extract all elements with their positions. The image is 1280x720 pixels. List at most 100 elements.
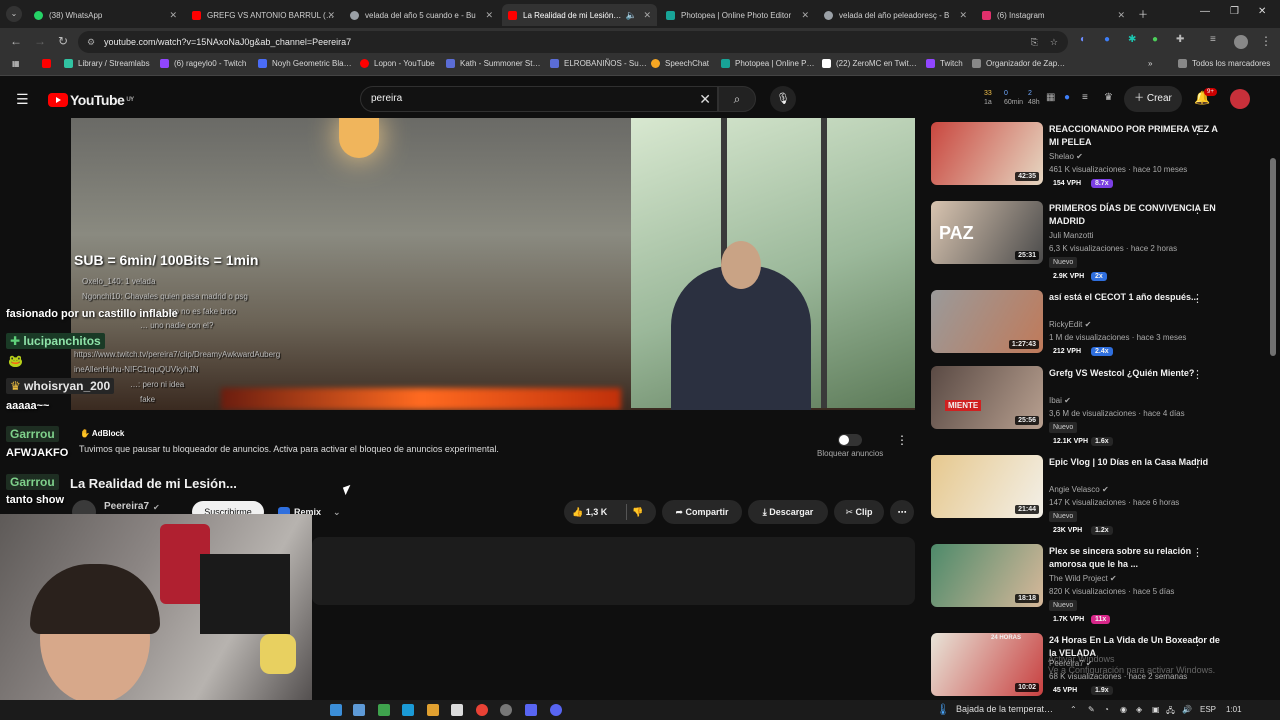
tab-whatsapp[interactable]: (38) WhatsApp ✕ xyxy=(28,4,183,26)
all-bookmarks[interactable]: Todos los marcadores xyxy=(1178,59,1270,68)
bookmark-item[interactable]: Twitch xyxy=(926,59,963,68)
bookmark-item[interactable]: ELROBANIÑOS - Su… xyxy=(550,59,647,68)
bookmark-item[interactable] xyxy=(42,59,56,68)
more-options-icon[interactable]: ⋮ xyxy=(1192,635,1203,648)
video-thumbnail[interactable]: PAZ 25:31 xyxy=(931,201,1043,264)
bookmark-item[interactable]: Kath - Summoner St… xyxy=(446,59,540,68)
voice-search-button[interactable]: 🎙 xyxy=(770,86,796,112)
share-button[interactable]: ➦ Compartir xyxy=(662,500,742,524)
bookmark-star-icon[interactable]: ☆ xyxy=(1050,31,1058,53)
app-icon[interactable] xyxy=(378,704,390,716)
chrome-icon[interactable] xyxy=(476,704,488,716)
tray-icon[interactable]: ◈ xyxy=(1136,705,1142,714)
recommended-video[interactable]: 1:27:43 así está el CECOT 1 año después.… xyxy=(931,286,1267,366)
close-icon[interactable]: ✕ xyxy=(959,10,967,21)
scrollbar-thumb[interactable] xyxy=(1270,158,1276,356)
tab-groups-icon[interactable]: ≡ xyxy=(1210,34,1216,45)
channel-name[interactable]: The Wild Project ✔ xyxy=(1049,574,1117,583)
site-info-icon[interactable]: ⚙ xyxy=(87,31,95,53)
channel-name[interactable]: Ibai ✔ xyxy=(1049,396,1071,405)
extension-icon[interactable]: ✱ xyxy=(1128,34,1136,45)
description-box[interactable] xyxy=(312,537,915,605)
more-options-icon[interactable]: ⋮ xyxy=(896,433,908,447)
app-icon[interactable] xyxy=(525,704,537,716)
tab-current-video[interactable]: La Realidad de mi Lesión… 🔈 ✕ xyxy=(502,4,657,26)
adblock-toggle[interactable] xyxy=(838,434,862,446)
reload-icon[interactable]: ↻ xyxy=(58,34,68,48)
bookmark-item[interactable]: Photopea | Online P… xyxy=(721,59,814,68)
extension-icon[interactable]: ● xyxy=(1064,92,1070,103)
create-button[interactable]: ＋ Crear xyxy=(1124,86,1182,112)
close-icon[interactable]: ✕ xyxy=(327,10,335,21)
bookmark-item[interactable]: SpeechChat xyxy=(651,59,709,68)
install-icon[interactable]: ⎘ xyxy=(1031,31,1038,53)
trophy-icon[interactable]: ♛ xyxy=(1104,92,1113,103)
obs-icon[interactable] xyxy=(500,704,512,716)
download-button[interactable]: ⤓ Descargar xyxy=(748,500,828,524)
recommended-video[interactable]: PAZ 25:31 PRIMEROS DÍAS DE CONVIVENCIA EN… xyxy=(931,197,1267,281)
list-icon[interactable]: ≡ xyxy=(1082,92,1088,103)
file-explorer-icon[interactable] xyxy=(353,704,365,716)
extension-icon[interactable]: ● xyxy=(1152,34,1158,45)
like-count[interactable]: 1,3 K xyxy=(586,507,608,517)
bookmark-item[interactable]: Noyh Geometric Bla… xyxy=(258,59,352,68)
forward-icon[interactable]: → xyxy=(34,34,46,48)
hamburger-menu-icon[interactable]: ☰ xyxy=(16,91,29,108)
tray-icon[interactable]: ▣ xyxy=(1152,705,1160,714)
restore-button[interactable]: ❐ xyxy=(1230,6,1239,17)
grid-icon[interactable]: ▦ xyxy=(1046,92,1055,103)
tab-grefg-video[interactable]: GREFG VS ANTONIO BARRUL (… ✕ xyxy=(186,4,341,26)
search-button[interactable]: ⌕ xyxy=(718,86,756,112)
channel-name[interactable]: Juli Manzotti xyxy=(1049,231,1093,240)
bookmark-item[interactable]: Library / Streamlabs xyxy=(64,59,150,68)
back-icon[interactable]: ← xyxy=(10,34,22,48)
tray-icon[interactable]: ✎ xyxy=(1088,705,1095,714)
recommended-video[interactable]: 21:44 Epic Vlog | 10 Días en la Casa Mad… xyxy=(931,451,1267,535)
menu-icon[interactable]: ⋮ xyxy=(1260,34,1272,48)
more-options-icon[interactable]: ⋮ xyxy=(1192,203,1203,216)
close-icon[interactable]: ✕ xyxy=(169,10,177,21)
bookmark-item[interactable]: (6) rageylo0 - Twitch xyxy=(160,59,246,68)
network-icon[interactable]: 🖧 xyxy=(1166,705,1175,719)
channel-name[interactable]: RickyEdit ✔ xyxy=(1049,320,1091,329)
speaker-icon[interactable]: 🔈 xyxy=(626,10,637,21)
like-icon[interactable]: 👍 xyxy=(572,507,583,517)
tab-search-button[interactable]: ⌄ xyxy=(6,6,22,22)
video-thumbnail[interactable]: 24 HORAS 10:02 xyxy=(931,633,1043,696)
channel-name[interactable]: Angie Velasco ✔ xyxy=(1049,485,1109,494)
close-icon[interactable]: ✕ xyxy=(1117,10,1125,21)
weather-text[interactable]: Bajada de la temperat… xyxy=(956,704,1053,714)
close-icon[interactable]: ✕ xyxy=(801,10,809,21)
youtube-logo[interactable]: YouTube UY xyxy=(48,92,134,108)
clear-search-icon[interactable]: ✕ xyxy=(699,87,711,111)
minimize-button[interactable]: — xyxy=(1200,6,1210,17)
video-thumbnail[interactable]: 18:18 xyxy=(931,544,1043,607)
tab-search-velada[interactable]: velada del año 5 cuando e - Bu ✕ xyxy=(344,4,499,26)
video-thumbnail[interactable]: 1:27:43 xyxy=(931,290,1043,353)
close-icon[interactable]: ✕ xyxy=(485,10,493,21)
extensions-puzzle-icon[interactable]: ✚ xyxy=(1176,34,1184,45)
steam-icon[interactable] xyxy=(402,704,414,716)
extension-icon[interactable]: ◐ xyxy=(1080,34,1086,45)
recommended-video[interactable]: 18:18 Plex se sincera sobre su relación … xyxy=(931,540,1267,624)
tab-instagram[interactable]: (6) Instagram ✕ xyxy=(976,4,1131,26)
close-icon[interactable]: ✕ xyxy=(643,10,651,21)
close-window-button[interactable]: ✕ xyxy=(1258,6,1266,17)
discord-icon[interactable] xyxy=(550,704,562,716)
more-options-icon[interactable]: ⋮ xyxy=(1192,546,1203,559)
channel-name[interactable]: Peereira7 xyxy=(104,501,149,512)
app-icon[interactable] xyxy=(427,704,439,716)
recommended-video[interactable]: 42:35 REACCIONANDO POR PRIMERA VEZ A MI … xyxy=(931,118,1267,198)
recommended-video[interactable]: MIENTE 25:56 Grefg VS Westcol ¿Quién Mien… xyxy=(931,362,1267,446)
clip-button[interactable]: ✂ Clip xyxy=(834,500,884,524)
tab-search-peleadores[interactable]: velada del año peleadoresç - B ✕ xyxy=(818,4,973,26)
account-avatar[interactable] xyxy=(1230,89,1250,109)
tab-photopea[interactable]: Photopea | Online Photo Editor ✕ xyxy=(660,4,815,26)
more-options-icon[interactable]: ⋮ xyxy=(1192,124,1203,137)
extension-icon[interactable]: ● xyxy=(1104,34,1110,45)
video-thumbnail[interactable]: 21:44 xyxy=(931,455,1043,518)
clock[interactable]: 1:01 xyxy=(1226,705,1242,714)
dislike-icon[interactable]: 👎 xyxy=(632,500,643,524)
search-input[interactable]: pereira ✕ xyxy=(360,86,718,112)
channel-name[interactable]: Shelao ✔ xyxy=(1049,152,1083,161)
